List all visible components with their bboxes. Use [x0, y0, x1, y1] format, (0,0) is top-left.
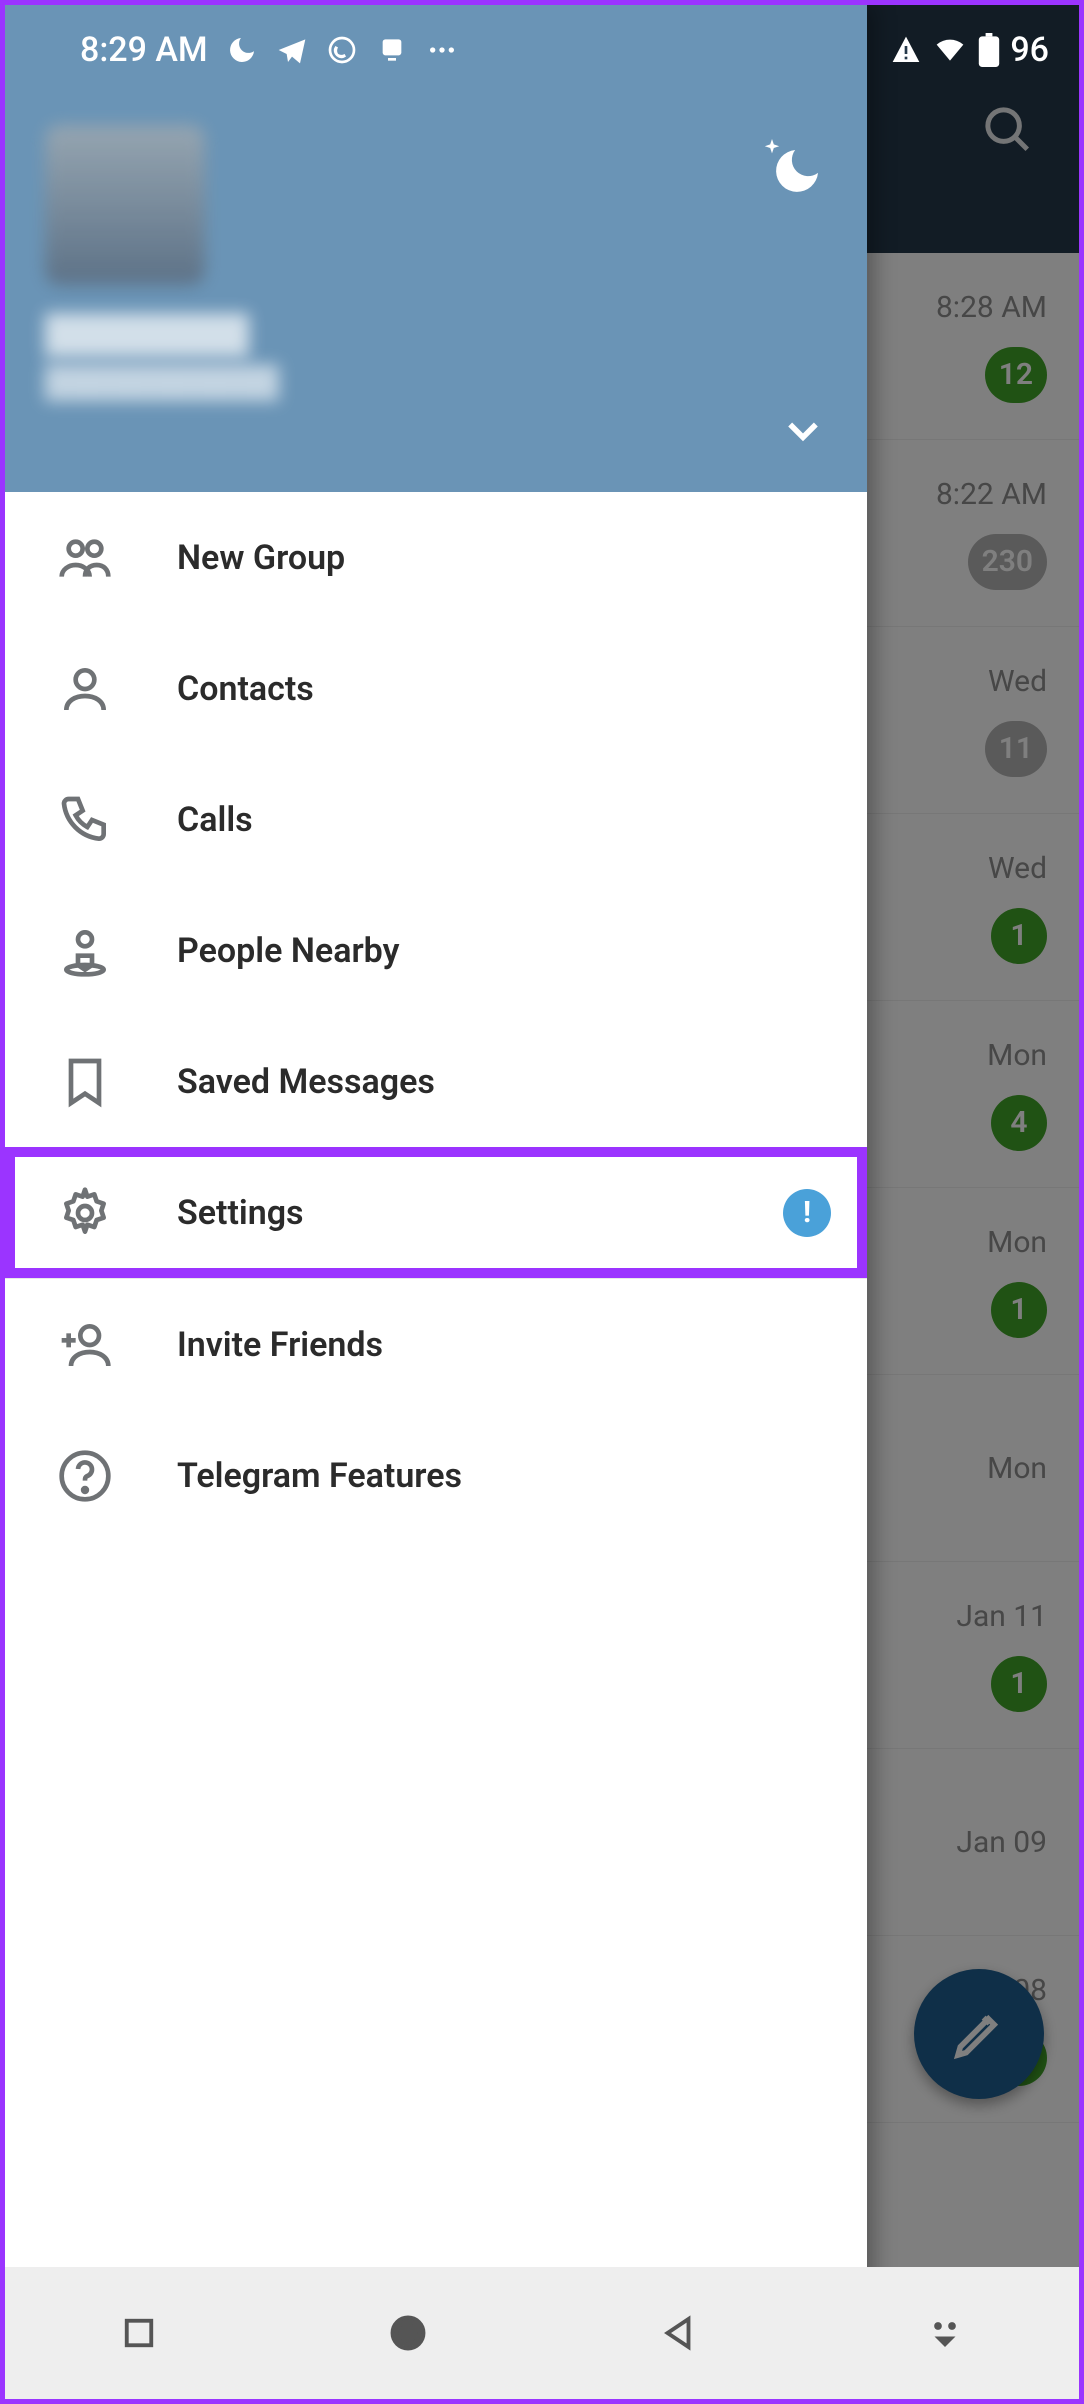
account-name: ████████: [45, 313, 827, 355]
help-icon: [57, 1448, 137, 1504]
system-navigation-bar: [5, 2267, 1079, 2399]
recents-button[interactable]: [118, 2312, 160, 2354]
menu-item-settings[interactable]: Settings !: [5, 1147, 867, 1278]
home-button[interactable]: [385, 2310, 431, 2356]
add-user-icon: [57, 1317, 137, 1373]
battery-icon: [978, 33, 1000, 67]
ime-switch-button[interactable]: [924, 2312, 966, 2354]
moon-icon: [226, 34, 258, 66]
menu-item-people-nearby[interactable]: People Nearby: [5, 885, 867, 1016]
status-time: 8:29 AM: [80, 30, 208, 70]
wifi-icon: [932, 34, 968, 66]
menu-label: Settings: [177, 1193, 304, 1233]
more-icon: [426, 34, 458, 66]
group-icon: [57, 530, 137, 586]
menu-item-telegram-features[interactable]: Telegram Features: [5, 1410, 867, 1541]
warning-icon: [890, 34, 922, 66]
notification-icon: [376, 34, 408, 66]
chevron-down-icon[interactable]: [781, 408, 825, 452]
account-phone: ███████████: [45, 365, 827, 400]
navigation-drawer: ████████ ███████████ New Group: [5, 5, 867, 2399]
drawer-menu: New Group Contacts Calls People Nearby: [5, 492, 867, 2399]
status-bar: 8:29 AM 96: [5, 5, 1079, 95]
night-mode-icon[interactable]: [769, 143, 825, 199]
telegram-icon: [276, 34, 308, 66]
avatar[interactable]: [45, 125, 205, 285]
back-button[interactable]: [657, 2312, 699, 2354]
menu-item-saved-messages[interactable]: Saved Messages: [5, 1016, 867, 1147]
menu-item-new-group[interactable]: New Group: [5, 492, 867, 623]
menu-item-invite-friends[interactable]: Invite Friends: [5, 1279, 867, 1410]
menu-item-contacts[interactable]: Contacts: [5, 623, 867, 754]
menu-label: Telegram Features: [177, 1456, 462, 1496]
gear-icon: [57, 1185, 137, 1241]
menu-label: Contacts: [177, 669, 314, 709]
menu-item-calls[interactable]: Calls: [5, 754, 867, 885]
contact-icon: [57, 661, 137, 717]
menu-label: Invite Friends: [177, 1325, 383, 1365]
bookmark-icon: [57, 1054, 137, 1110]
menu-label: New Group: [177, 538, 345, 578]
menu-label: People Nearby: [177, 931, 400, 971]
phone-icon: [57, 792, 137, 848]
settings-alert-badge: !: [783, 1189, 831, 1237]
battery-percent: 96: [1010, 30, 1049, 70]
whatsapp-icon: [326, 34, 358, 66]
menu-label: Calls: [177, 800, 253, 840]
people-nearby-icon: [57, 923, 137, 979]
menu-label: Saved Messages: [177, 1062, 435, 1102]
